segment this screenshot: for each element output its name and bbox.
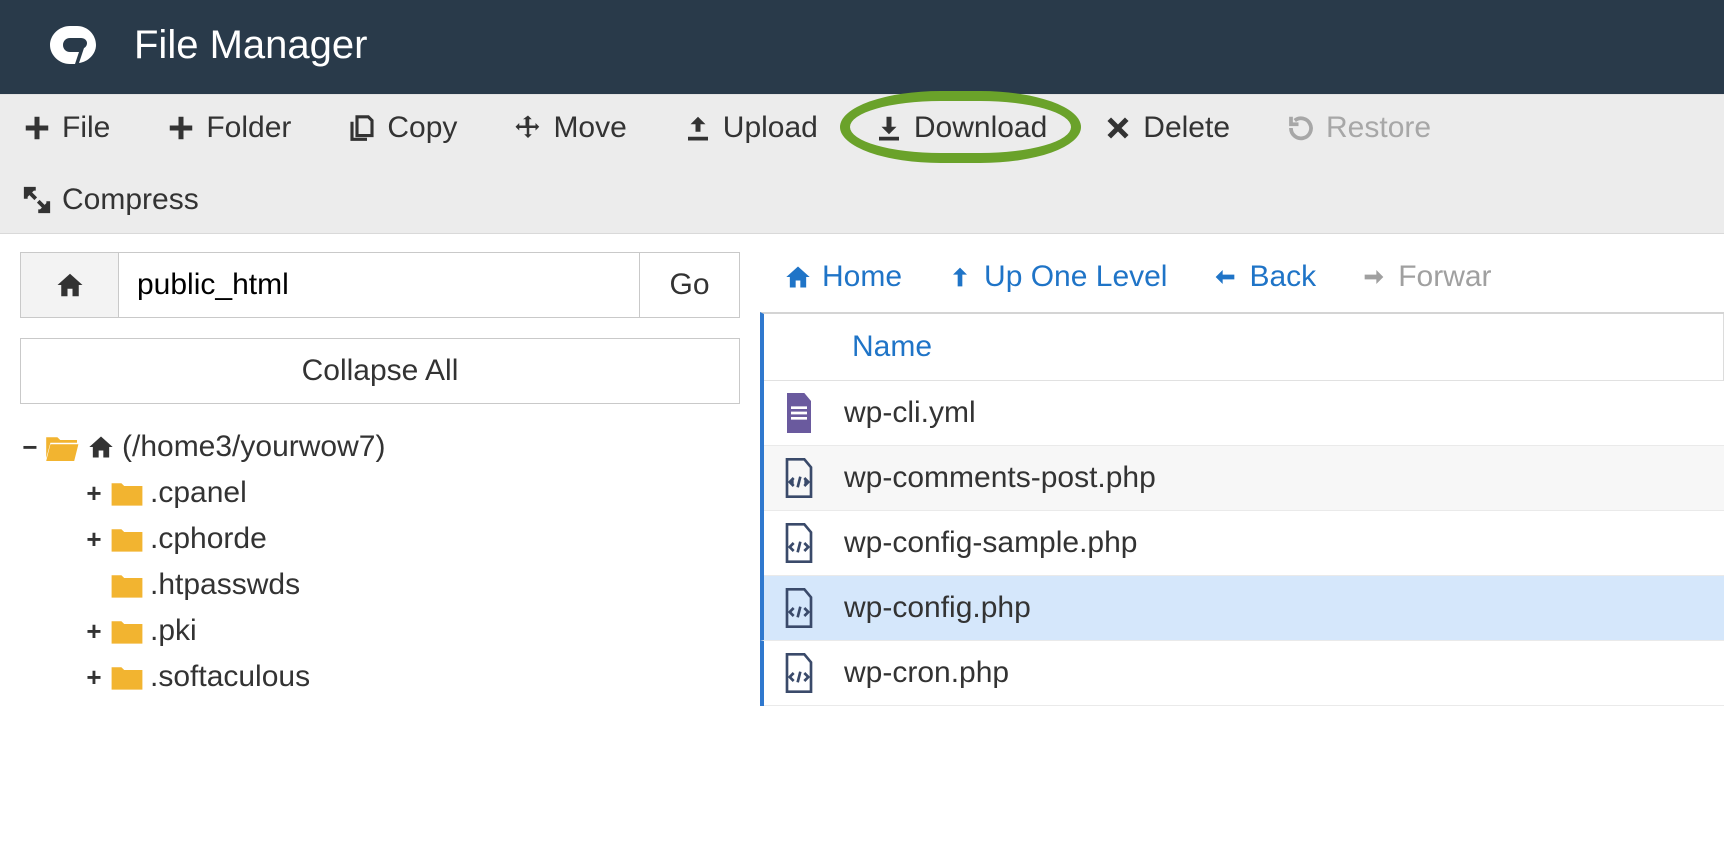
nav-home[interactable]: Home [784, 260, 902, 294]
plus-icon [22, 113, 52, 143]
new-file-button[interactable]: File [22, 111, 110, 145]
home-icon [784, 263, 812, 291]
folder-icon [110, 617, 144, 645]
arrow-right-icon [1360, 263, 1388, 291]
column-header-name[interactable]: Name [764, 314, 1724, 381]
tree-item[interactable]: + .htpasswds [84, 562, 740, 608]
tree-children: + .cpanel + .cphorde + .htpasswds + [84, 470, 740, 700]
expand-toggle-icon[interactable]: + [84, 667, 104, 687]
folder-icon [110, 479, 144, 507]
expand-toggle-icon[interactable]: + [84, 529, 104, 549]
move-label: Move [553, 111, 626, 145]
new-file-label: File [62, 111, 110, 145]
file-row[interactable]: wp-cron.php [764, 641, 1724, 706]
folder-open-icon [46, 433, 80, 461]
file-name: wp-cron.php [844, 656, 1009, 690]
download-label: Download [914, 111, 1047, 145]
file-row[interactable]: wp-comments-post.php [764, 446, 1724, 511]
file-row[interactable]: wp-config.php [760, 576, 1724, 641]
main-area: Go Collapse All − (/home3/yourwow7) + .c… [0, 234, 1724, 706]
close-icon [1103, 113, 1133, 143]
code-file-icon [782, 523, 816, 563]
file-name: wp-config-sample.php [844, 526, 1137, 560]
app-header: File Manager [0, 0, 1724, 94]
file-row[interactable]: wp-cli.yml [764, 381, 1724, 446]
folder-tree: − (/home3/yourwow7) + .cpanel + .cphorde [20, 424, 740, 700]
copy-label: Copy [387, 111, 457, 145]
code-file-icon [782, 653, 816, 693]
plus-icon [166, 113, 196, 143]
new-folder-label: Folder [206, 111, 291, 145]
folder-icon [110, 571, 144, 599]
go-button[interactable]: Go [639, 253, 739, 317]
compress-label: Compress [62, 183, 199, 217]
tree-item-label: .cphorde [150, 522, 267, 556]
download-button[interactable]: Download [874, 111, 1047, 145]
move-icon [513, 113, 543, 143]
nav-back[interactable]: Back [1211, 260, 1316, 294]
tree-item[interactable]: + .pki [84, 608, 740, 654]
delete-label: Delete [1143, 111, 1230, 145]
tree-item-label: .htpasswds [150, 568, 300, 602]
toolbar: File Folder Copy Move Upload Download [0, 94, 1724, 234]
file-name: wp-comments-post.php [844, 461, 1156, 495]
path-input[interactable] [119, 253, 639, 317]
file-table: Name wp-cli.yml wp-comments-post.php wp-… [760, 312, 1724, 706]
path-home-button[interactable] [21, 253, 119, 317]
app-title: File Manager [134, 23, 367, 68]
tree-item[interactable]: + .softaculous [84, 654, 740, 700]
file-row[interactable]: wp-config-sample.php [764, 511, 1724, 576]
compress-icon [22, 185, 52, 215]
path-bar: Go [20, 252, 740, 318]
delete-button[interactable]: Delete [1103, 111, 1230, 145]
tree-root-label: (/home3/yourwow7) [122, 430, 385, 464]
upload-button[interactable]: Upload [683, 111, 818, 145]
nav-home-label: Home [822, 260, 902, 294]
right-pane: Home Up One Level Back Forwar Name wp- [760, 234, 1724, 706]
folder-icon [110, 663, 144, 691]
home-icon [53, 270, 87, 300]
nav-up[interactable]: Up One Level [946, 260, 1167, 294]
code-file-icon [782, 588, 816, 628]
tree-item[interactable]: + .cphorde [84, 516, 740, 562]
upload-label: Upload [723, 111, 818, 145]
arrow-left-icon [1211, 263, 1239, 291]
file-name: wp-cli.yml [844, 396, 976, 430]
nav-back-label: Back [1249, 260, 1316, 294]
restore-button[interactable]: Restore [1286, 111, 1431, 145]
download-icon [874, 113, 904, 143]
file-name: wp-config.php [844, 591, 1031, 625]
tree-item[interactable]: + .cpanel [84, 470, 740, 516]
collapse-toggle-icon[interactable]: − [20, 437, 40, 457]
new-folder-button[interactable]: Folder [166, 111, 291, 145]
move-button[interactable]: Move [513, 111, 626, 145]
file-nav: Home Up One Level Back Forwar [760, 248, 1724, 312]
left-pane: Go Collapse All − (/home3/yourwow7) + .c… [0, 234, 760, 700]
nav-forward[interactable]: Forwar [1360, 260, 1491, 294]
copy-button[interactable]: Copy [347, 111, 457, 145]
upload-icon [683, 113, 713, 143]
restore-label: Restore [1326, 111, 1431, 145]
cpanel-logo-icon [42, 22, 106, 68]
home-icon [86, 433, 116, 461]
copy-icon [347, 113, 377, 143]
expand-toggle-icon[interactable]: + [84, 483, 104, 503]
nav-up-label: Up One Level [984, 260, 1167, 294]
collapse-all-button[interactable]: Collapse All [20, 338, 740, 404]
expand-toggle-icon[interactable]: + [84, 621, 104, 641]
tree-item-label: .pki [150, 614, 197, 648]
tree-item-label: .softaculous [150, 660, 310, 694]
document-file-icon [782, 393, 816, 433]
folder-icon [110, 525, 144, 553]
code-file-icon [782, 458, 816, 498]
undo-icon [1286, 113, 1316, 143]
arrow-up-icon [946, 263, 974, 291]
tree-item-label: .cpanel [150, 476, 247, 510]
nav-forward-label: Forwar [1398, 260, 1491, 294]
tree-root[interactable]: − (/home3/yourwow7) [20, 424, 740, 470]
compress-button[interactable]: Compress [22, 183, 242, 217]
